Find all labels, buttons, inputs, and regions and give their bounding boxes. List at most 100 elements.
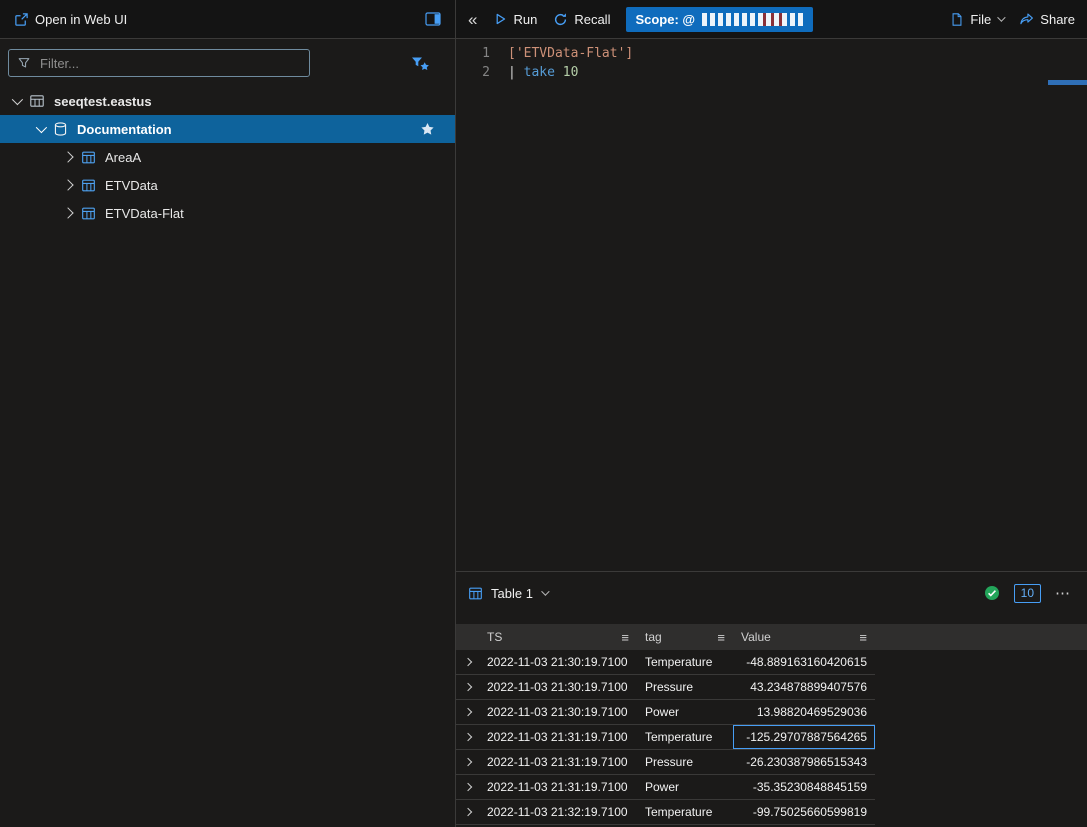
cell-tag[interactable]: Pressure — [637, 750, 733, 774]
chevron-right-icon[interactable] — [62, 207, 73, 218]
column-header-tag[interactable]: tag ≡ — [637, 624, 733, 650]
cell-tag[interactable]: Power — [637, 700, 733, 724]
column-menu-icon[interactable]: ≡ — [717, 630, 725, 645]
connections-sidebar: seeqtest.eastus Documentation AreaA — [0, 39, 456, 827]
table-row[interactable]: 2022-11-03 21:31:19.7100 Power -35.35230… — [456, 775, 875, 800]
cell-tag[interactable]: Power — [637, 775, 733, 799]
cell-ts[interactable]: 2022-11-03 21:32:19.7100 — [479, 800, 637, 824]
file-icon — [950, 12, 964, 27]
column-label: tag — [645, 630, 662, 644]
results-header-actions: 10 ⋯ — [984, 584, 1071, 603]
table-row[interactable]: 2022-11-03 21:31:19.7100 Pressure -26.23… — [456, 750, 875, 775]
tree-item-database-documentation[interactable]: Documentation — [0, 115, 455, 143]
database-label: Documentation — [77, 122, 172, 137]
column-menu-icon[interactable]: ≡ — [859, 630, 867, 645]
column-label: TS — [487, 630, 502, 644]
favorite-star-icon[interactable] — [420, 122, 435, 137]
table-row[interactable]: 2022-11-03 21:30:19.7100 Temperature -48… — [456, 650, 875, 675]
chevron-down-icon[interactable] — [541, 587, 549, 595]
open-in-web-ui-button[interactable]: Open in Web UI — [14, 12, 127, 27]
chevron-down-icon[interactable] — [12, 94, 23, 105]
table-row[interactable]: 2022-11-03 21:32:19.7100 Temperature -99… — [456, 800, 875, 825]
table-row[interactable]: 2022-11-03 21:30:19.7100 Power 13.988204… — [456, 700, 875, 725]
file-menu-button[interactable]: File — [950, 12, 1003, 27]
cell-value-selected[interactable]: -125.29707887564265 — [733, 725, 875, 749]
share-label: Share — [1040, 12, 1075, 27]
cell-value[interactable]: -26.230387986515343 — [733, 750, 875, 774]
run-button[interactable]: Run — [493, 12, 537, 27]
file-label: File — [970, 12, 991, 27]
play-icon — [493, 12, 507, 26]
cell-value[interactable]: -35.35230848845159 — [733, 775, 875, 799]
cell-ts[interactable]: 2022-11-03 21:31:19.7100 — [479, 775, 637, 799]
chevron-down-icon — [997, 13, 1005, 21]
cell-value[interactable]: -48.889163160420615 — [733, 650, 875, 674]
column-header-value[interactable]: Value ≡ — [733, 624, 875, 650]
database-icon — [53, 121, 68, 137]
column-menu-icon[interactable]: ≡ — [621, 630, 629, 645]
cell-tag[interactable]: Temperature — [637, 800, 733, 824]
favorites-filter-icon[interactable] — [410, 55, 431, 71]
row-count-badge: 10 — [1014, 584, 1041, 603]
results-tab-label[interactable]: Table 1 — [491, 586, 533, 601]
share-icon — [1019, 12, 1034, 26]
cell-tag[interactable]: Temperature — [637, 650, 733, 674]
cell-value[interactable]: 13.98820469529036 — [733, 700, 875, 724]
query-editor[interactable]: 1 ['ETVData-Flat'] 2 | take 10 — [456, 39, 1087, 571]
cell-value[interactable]: 43.234878899407576 — [733, 675, 875, 699]
results-panel: Table 1 10 ⋯ TS ≡ — [456, 571, 1087, 827]
row-expand-icon[interactable] — [463, 758, 471, 766]
code-token-number: 10 — [555, 65, 578, 80]
code-token-keyword: take — [524, 65, 555, 80]
line-number: 1 — [456, 44, 490, 63]
kusto-query-app: Open in Web UI « Run Recall Scope: @ — [0, 0, 1087, 827]
chevron-right-icon[interactable] — [62, 179, 73, 190]
code-token-table-name: ['ETVData-Flat'] — [508, 46, 633, 61]
filter-input[interactable] — [38, 55, 301, 72]
table-row[interactable]: 2022-11-03 21:30:19.7100 Pressure 43.234… — [456, 675, 875, 700]
empty-column-header — [875, 624, 1087, 650]
cell-tag[interactable]: Pressure — [637, 675, 733, 699]
recall-button[interactable]: Recall — [553, 12, 610, 27]
cell-ts[interactable]: 2022-11-03 21:30:19.7100 — [479, 675, 637, 699]
cell-ts[interactable]: 2022-11-03 21:30:19.7100 — [479, 700, 637, 724]
success-check-icon — [984, 585, 1000, 601]
filter-input-wrapper — [8, 49, 310, 77]
tree-item-cluster[interactable]: seeqtest.eastus — [0, 87, 455, 115]
topbar-left: Open in Web UI — [0, 0, 456, 38]
share-button[interactable]: Share — [1019, 12, 1075, 27]
table-row[interactable]: 2022-11-03 21:31:19.7100 Temperature -12… — [456, 725, 875, 750]
line-number: 2 — [456, 63, 490, 82]
row-expand-icon[interactable] — [463, 783, 471, 791]
row-expand-icon[interactable] — [463, 733, 471, 741]
column-header-ts[interactable]: TS ≡ — [479, 624, 637, 650]
tree-item-table-areaa[interactable]: AreaA — [0, 143, 455, 171]
scope-selector[interactable]: Scope: @ — [626, 7, 813, 32]
table-icon — [468, 586, 483, 601]
code-token-pipe: | — [508, 65, 524, 80]
cell-ts[interactable]: 2022-11-03 21:31:19.7100 — [479, 725, 637, 749]
code-line-2: 2 | take 10 — [456, 63, 1087, 82]
row-expand-icon[interactable] — [463, 658, 471, 666]
connection-tree: seeqtest.eastus Documentation AreaA — [0, 87, 455, 227]
chevron-right-icon[interactable] — [62, 151, 73, 162]
cluster-icon — [29, 93, 45, 109]
cell-ts[interactable]: 2022-11-03 21:31:19.7100 — [479, 750, 637, 774]
row-expand-icon[interactable] — [463, 808, 471, 816]
row-expand-icon[interactable] — [463, 683, 471, 691]
chevron-down-icon[interactable] — [36, 122, 47, 133]
row-expand-icon[interactable] — [463, 708, 471, 716]
more-options-button[interactable]: ⋯ — [1055, 584, 1071, 602]
table-label: ETVData-Flat — [105, 206, 184, 221]
column-label: Value — [741, 630, 771, 644]
recall-icon — [553, 12, 568, 27]
collapse-panel-button[interactable]: « — [468, 11, 477, 28]
tree-item-table-etvdata-flat[interactable]: ETVData-Flat — [0, 199, 455, 227]
cell-ts[interactable]: 2022-11-03 21:30:19.7100 — [479, 650, 637, 674]
topbar: Open in Web UI « Run Recall Scope: @ — [0, 0, 1087, 39]
cell-tag[interactable]: Temperature — [637, 725, 733, 749]
panel-toggle-icon[interactable] — [425, 12, 441, 26]
cell-value[interactable]: -99.75025660599819 — [733, 800, 875, 824]
tree-item-table-etvdata[interactable]: ETVData — [0, 171, 455, 199]
table-icon — [81, 178, 96, 193]
